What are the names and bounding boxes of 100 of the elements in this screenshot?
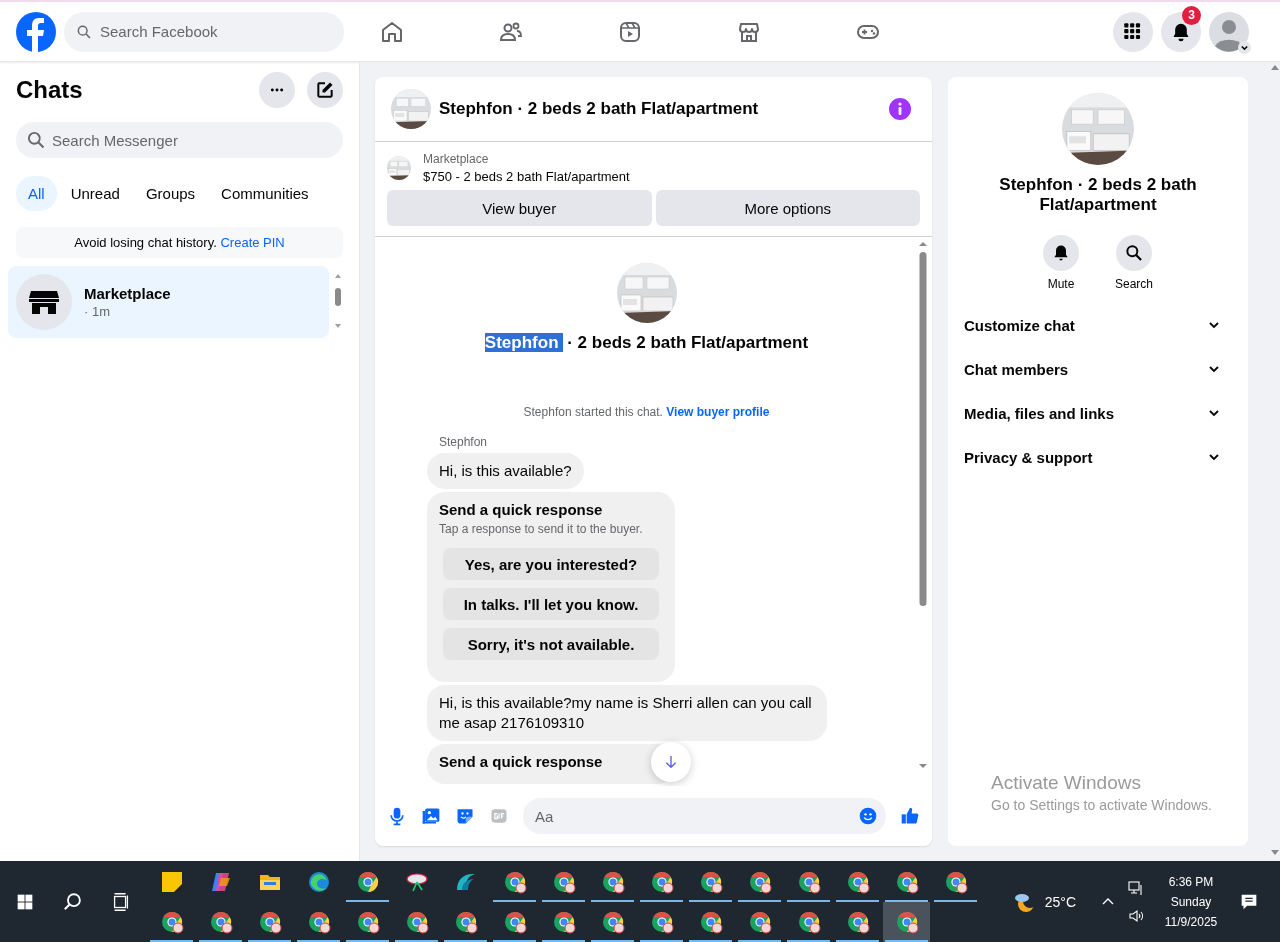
filter-tab[interactable]: Unread <box>58 176 132 211</box>
search-icon <box>76 23 92 40</box>
conversation-name: Marketplace <box>84 285 171 302</box>
create-pin-link[interactable]: Create PIN <box>220 235 285 250</box>
section-header[interactable]: Media, files and links <box>964 391 1232 435</box>
network-icon[interactable] <box>1128 879 1144 896</box>
chrome-profile-icon[interactable] <box>453 909 478 934</box>
taskbar-button[interactable] <box>883 901 930 942</box>
bell-icon <box>1171 21 1191 42</box>
logo-icon[interactable] <box>16 11 56 52</box>
chrome-profile-icon[interactable] <box>698 909 723 934</box>
scrollbar[interactable] <box>918 240 928 770</box>
filter-tab[interactable]: All <box>16 176 57 211</box>
search-field[interactable]: Search Facebook <box>64 11 344 52</box>
notifications-button[interactable] <box>1161 11 1201 52</box>
clock[interactable]: 6:36 PM Sunday 11/9/2025 <box>1156 874 1226 929</box>
chrome-profile-icon[interactable] <box>208 909 233 934</box>
search-icon[interactable] <box>62 890 84 913</box>
chrome-profile-icon[interactable] <box>600 909 625 934</box>
chrome-profile-icon[interactable] <box>404 909 429 934</box>
sticker-icon[interactable] <box>455 806 475 826</box>
chrome-profile-icon[interactable] <box>698 869 723 894</box>
chrome-profile-icon[interactable] <box>306 909 331 934</box>
chrome-profile-icon[interactable] <box>943 869 968 894</box>
volume-icon[interactable] <box>1128 907 1144 924</box>
video-icon[interactable] <box>618 19 642 44</box>
compose-icon <box>315 80 335 100</box>
info-icon[interactable] <box>888 97 912 121</box>
section-header[interactable]: Chat members <box>964 347 1232 391</box>
quick-response-button[interactable]: Sorry, it's not available. <box>443 628 659 660</box>
action-label: Mute <box>1047 277 1075 291</box>
search-field[interactable]: Search Messenger <box>16 122 343 158</box>
conversation-title: Stephfon · 2 beds 2 bath Flat/apartment <box>439 99 760 119</box>
notification-badge: 3 <box>1182 5 1201 25</box>
chrome-profile-icon[interactable] <box>845 869 870 894</box>
activation-title: Activate Windows <box>991 772 1142 794</box>
chrome-profile-icon[interactable] <box>355 909 380 934</box>
message-input[interactable]: Aa <box>523 798 886 834</box>
message-bubble: Hi, is this available? <box>427 453 584 489</box>
activation-text: Go to Settings to activate Windows. <box>991 797 1212 813</box>
conversation-time: · 1m <box>84 304 111 319</box>
search-button[interactable] <box>1116 235 1152 271</box>
scroll-down-button[interactable] <box>651 742 691 782</box>
section-header[interactable]: Privacy & support <box>964 435 1232 479</box>
chrome-profile-icon[interactable] <box>845 909 870 934</box>
listing-summary: $750 - 2 beds 2 bath Flat/apartment <box>423 169 630 184</box>
image-icon[interactable] <box>421 806 441 826</box>
panel-title: Chats <box>16 76 83 104</box>
home-icon[interactable] <box>380 19 404 44</box>
chrome-profile-icon[interactable] <box>159 909 184 934</box>
chrome-profile-icon[interactable] <box>796 869 821 894</box>
chrome-profile-icon[interactable] <box>649 909 674 934</box>
mute-button[interactable] <box>1043 235 1079 271</box>
quick-response-button[interactable]: In talks. I'll let you know. <box>443 588 659 620</box>
chrome-profile-icon[interactable] <box>257 909 282 934</box>
chrome-profile-icon[interactable] <box>747 909 772 934</box>
chrome-profile-icon[interactable] <box>551 909 576 934</box>
emoji-icon[interactable] <box>858 806 878 826</box>
card-title: Send a quick response <box>439 501 603 518</box>
chrome-profile-icon[interactable] <box>502 869 527 894</box>
sticky-note-icon[interactable] <box>159 869 184 894</box>
grid-icon <box>1123 21 1143 42</box>
view-profile-link[interactable]: View buyer profile <box>666 405 770 419</box>
chrome-profile-icon[interactable] <box>502 909 527 934</box>
like-icon[interactable] <box>900 806 920 826</box>
pin-notice: Avoid losing chat history. Create PIN <box>16 227 343 258</box>
chrome-profile-icon[interactable] <box>649 869 674 894</box>
action-label: Search <box>1115 277 1153 291</box>
chat-started-note: Stephfon started this chat. View buyer profile <box>522 405 771 419</box>
search-icon <box>1124 243 1144 263</box>
chrome-icon[interactable] <box>355 869 380 894</box>
edge-icon[interactable] <box>306 869 331 894</box>
card-subtitle: Tap a response to send it to the buyer. <box>439 522 644 536</box>
chrome-profile-icon[interactable] <box>600 869 625 894</box>
section-header[interactable]: Customize chat <box>964 303 1232 347</box>
chrome-profile-icon[interactable] <box>894 909 919 934</box>
sender-name: Stephfon <box>439 435 489 449</box>
quick-response-button[interactable]: Yes, are you interested? <box>443 548 659 580</box>
action-button[interactable]: View buyer <box>387 190 652 226</box>
card-title: Send a quick response <box>439 753 603 770</box>
chrome-profile-icon[interactable] <box>894 869 919 894</box>
store-icon <box>16 274 72 330</box>
chat-title: Stephfon · 2 beds 2 bath Flat/apartment <box>998 175 1198 215</box>
filter-tab[interactable]: Groups <box>133 176 208 211</box>
arrow-down-icon <box>663 754 679 770</box>
caret-icon[interactable] <box>1238 40 1251 54</box>
intro-title: Stephfon · 2 beds 2 bath Flat/apartment <box>484 333 809 353</box>
new-message-button[interactable] <box>307 72 343 108</box>
temperature: 25°C <box>1044 893 1076 910</box>
action-button[interactable]: More options <box>655 190 920 226</box>
conversation-item[interactable]: Marketplace · 1m <box>8 266 329 338</box>
message-bubble: Hi, is this available?my name is Sherri allen can you call me asap 2176109310 <box>427 685 827 741</box>
search-icon <box>26 130 46 150</box>
listing-source: Marketplace <box>423 152 490 166</box>
chrome-profile-icon[interactable] <box>796 909 821 934</box>
chrome-profile-icon[interactable] <box>747 869 772 894</box>
filter-tab[interactable]: Communities <box>209 176 321 211</box>
chrome-profile-icon[interactable] <box>551 869 576 894</box>
microphone-icon[interactable] <box>387 806 407 826</box>
menu-button[interactable] <box>1113 11 1153 52</box>
